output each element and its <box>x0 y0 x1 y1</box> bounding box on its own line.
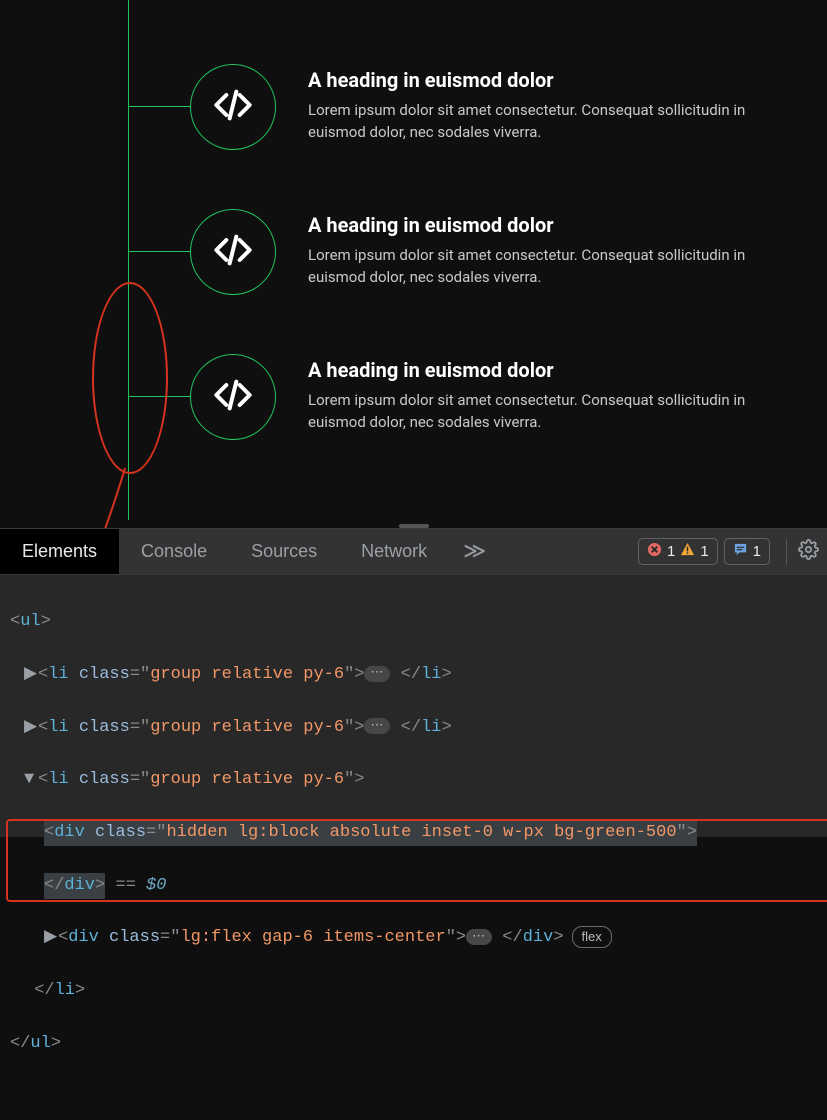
timeline-heading: A heading in euismod dolor <box>308 213 788 237</box>
flex-badge[interactable]: flex <box>572 926 612 948</box>
divider <box>786 539 787 565</box>
timeline-item: A heading in euismod dolor Lorem ipsum d… <box>128 179 827 324</box>
devtools-panel: Elements Console Sources Network ≫ 1 1 1… <box>0 528 827 837</box>
timeline-node <box>190 209 276 295</box>
timeline-node <box>190 64 276 150</box>
dom-attr: class <box>79 718 130 737</box>
collapsed-icon[interactable]: ⋯ <box>466 929 492 945</box>
timeline-body: Lorem ipsum dolor sit amet consectetur. … <box>308 390 788 434</box>
selection-marker: == <box>105 876 146 895</box>
errors-badge[interactable]: 1 1 <box>638 538 718 565</box>
collapsed-icon[interactable]: ⋯ <box>364 666 390 682</box>
error-icon <box>647 542 662 561</box>
code-icon <box>213 85 253 129</box>
timeline: A heading in euismod dolor Lorem ipsum d… <box>128 0 827 435</box>
dom-attr: class <box>79 770 130 789</box>
dom-attr: class <box>109 928 160 947</box>
messages-count: 1 <box>753 543 761 560</box>
settings-button[interactable] <box>795 539 821 565</box>
gear-icon <box>798 539 819 565</box>
timeline-connector <box>128 106 190 107</box>
errors-count: 1 <box>667 543 675 560</box>
tab-console[interactable]: Console <box>119 529 229 574</box>
timeline-body: Lorem ipsum dolor sit amet consectetur. … <box>308 100 788 144</box>
tab-sources[interactable]: Sources <box>229 529 339 574</box>
dom-selected-line[interactable]: </div> == $0 <box>10 873 817 899</box>
timeline-connector <box>128 396 190 397</box>
timeline-heading: A heading in euismod dolor <box>308 358 788 382</box>
dom-attr: class <box>79 665 130 684</box>
timeline-item: A heading in euismod dolor Lorem ipsum d… <box>128 324 827 469</box>
timeline-heading: A heading in euismod dolor <box>308 68 788 92</box>
devtools-resize-handle[interactable] <box>399 524 429 528</box>
dom-attr-value: hidden lg:block absolute inset-0 w-px bg… <box>166 823 676 842</box>
timeline-node <box>190 354 276 440</box>
page-preview: A heading in euismod dolor Lorem ipsum d… <box>0 0 827 528</box>
dom-attr: class <box>95 823 146 842</box>
dom-attr-value: group relative py-6 <box>150 770 344 789</box>
timeline-body: Lorem ipsum dolor sit amet consectetur. … <box>308 245 788 289</box>
warning-icon <box>680 542 695 561</box>
devtools-tabs: Elements Console Sources Network ≫ 1 1 1 <box>0 529 827 575</box>
selection-variable: $0 <box>146 876 166 895</box>
tab-network[interactable]: Network <box>339 529 449 574</box>
code-icon <box>213 375 253 419</box>
tabs-overflow-button[interactable]: ≫ <box>449 539 500 565</box>
timeline-connector <box>128 251 190 252</box>
messages-badge[interactable]: 1 <box>724 538 770 565</box>
dom-attr-value: lg:flex gap-6 items-center <box>180 928 445 947</box>
collapsed-icon[interactable]: ⋯ <box>364 718 390 734</box>
dom-attr-value: group relative py-6 <box>150 718 344 737</box>
status-badges: 1 1 1 <box>638 538 778 565</box>
message-icon <box>733 542 748 561</box>
tab-elements[interactable]: Elements <box>0 529 119 574</box>
dom-selected-line[interactable]: <div class="hidden lg:block absolute ins… <box>10 820 817 846</box>
code-icon <box>213 230 253 274</box>
dom-tree[interactable]: <ul> ▶<li class="group relative py-6">⋯ … <box>0 575 827 1120</box>
timeline-item: A heading in euismod dolor Lorem ipsum d… <box>128 34 827 179</box>
dom-attr-value: group relative py-6 <box>150 665 344 684</box>
warnings-count: 1 <box>700 543 708 560</box>
